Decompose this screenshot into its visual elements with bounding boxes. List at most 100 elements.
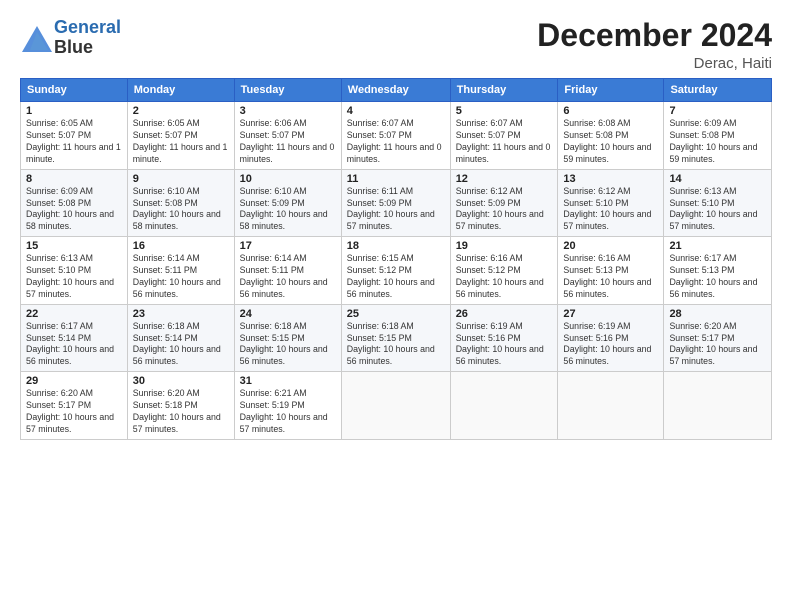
weekday-header-monday: Monday bbox=[127, 79, 234, 102]
weekday-header-thursday: Thursday bbox=[450, 79, 558, 102]
day-number: 4 bbox=[347, 105, 445, 117]
calendar-cell: 16Sunrise: 6:14 AMSunset: 5:11 PMDayligh… bbox=[127, 237, 234, 305]
day-info: Sunrise: 6:05 AMSunset: 5:07 PMDaylight:… bbox=[26, 118, 122, 166]
calendar-cell: 10Sunrise: 6:10 AMSunset: 5:09 PMDayligh… bbox=[234, 169, 341, 237]
calendar-cell: 3Sunrise: 6:06 AMSunset: 5:07 PMDaylight… bbox=[234, 102, 341, 170]
day-number: 1 bbox=[26, 105, 122, 117]
calendar-cell: 8Sunrise: 6:09 AMSunset: 5:08 PMDaylight… bbox=[21, 169, 128, 237]
day-number: 15 bbox=[26, 240, 122, 252]
calendar-cell: 19Sunrise: 6:16 AMSunset: 5:12 PMDayligh… bbox=[450, 237, 558, 305]
day-number: 21 bbox=[669, 240, 766, 252]
logo: General Blue bbox=[20, 18, 121, 58]
day-number: 31 bbox=[240, 375, 336, 387]
calendar-cell: 23Sunrise: 6:18 AMSunset: 5:14 PMDayligh… bbox=[127, 304, 234, 372]
day-number: 29 bbox=[26, 375, 122, 387]
day-info: Sunrise: 6:21 AMSunset: 5:19 PMDaylight:… bbox=[240, 388, 336, 436]
day-info: Sunrise: 6:19 AMSunset: 5:16 PMDaylight:… bbox=[563, 321, 658, 369]
day-number: 23 bbox=[133, 308, 229, 320]
title-block: December 2024 Derac, Haiti bbox=[537, 18, 772, 72]
day-info: Sunrise: 6:09 AMSunset: 5:08 PMDaylight:… bbox=[669, 118, 766, 166]
calendar-cell: 5Sunrise: 6:07 AMSunset: 5:07 PMDaylight… bbox=[450, 102, 558, 170]
day-info: Sunrise: 6:07 AMSunset: 5:07 PMDaylight:… bbox=[347, 118, 445, 166]
day-info: Sunrise: 6:14 AMSunset: 5:11 PMDaylight:… bbox=[240, 253, 336, 301]
day-number: 7 bbox=[669, 105, 766, 117]
calendar-cell: 27Sunrise: 6:19 AMSunset: 5:16 PMDayligh… bbox=[558, 304, 664, 372]
calendar-cell: 20Sunrise: 6:16 AMSunset: 5:13 PMDayligh… bbox=[558, 237, 664, 305]
day-info: Sunrise: 6:06 AMSunset: 5:07 PMDaylight:… bbox=[240, 118, 336, 166]
calendar-cell bbox=[664, 372, 772, 440]
calendar-cell: 24Sunrise: 6:18 AMSunset: 5:15 PMDayligh… bbox=[234, 304, 341, 372]
calendar-cell: 14Sunrise: 6:13 AMSunset: 5:10 PMDayligh… bbox=[664, 169, 772, 237]
day-number: 9 bbox=[133, 173, 229, 185]
day-info: Sunrise: 6:20 AMSunset: 5:18 PMDaylight:… bbox=[133, 388, 229, 436]
header: General Blue December 2024 Derac, Haiti bbox=[20, 18, 772, 72]
day-number: 19 bbox=[456, 240, 553, 252]
day-number: 18 bbox=[347, 240, 445, 252]
calendar-cell: 18Sunrise: 6:15 AMSunset: 5:12 PMDayligh… bbox=[341, 237, 450, 305]
day-number: 20 bbox=[563, 240, 658, 252]
calendar-cell: 13Sunrise: 6:12 AMSunset: 5:10 PMDayligh… bbox=[558, 169, 664, 237]
calendar-cell bbox=[450, 372, 558, 440]
day-info: Sunrise: 6:11 AMSunset: 5:09 PMDaylight:… bbox=[347, 186, 445, 234]
calendar-cell: 21Sunrise: 6:17 AMSunset: 5:13 PMDayligh… bbox=[664, 237, 772, 305]
day-number: 16 bbox=[133, 240, 229, 252]
logo-line2: Blue bbox=[54, 38, 121, 58]
day-info: Sunrise: 6:10 AMSunset: 5:09 PMDaylight:… bbox=[240, 186, 336, 234]
day-info: Sunrise: 6:07 AMSunset: 5:07 PMDaylight:… bbox=[456, 118, 553, 166]
day-number: 14 bbox=[669, 173, 766, 185]
calendar-cell: 7Sunrise: 6:09 AMSunset: 5:08 PMDaylight… bbox=[664, 102, 772, 170]
weekday-header-wednesday: Wednesday bbox=[341, 79, 450, 102]
weekday-header-tuesday: Tuesday bbox=[234, 79, 341, 102]
calendar-cell: 9Sunrise: 6:10 AMSunset: 5:08 PMDaylight… bbox=[127, 169, 234, 237]
day-info: Sunrise: 6:13 AMSunset: 5:10 PMDaylight:… bbox=[669, 186, 766, 234]
day-info: Sunrise: 6:18 AMSunset: 5:14 PMDaylight:… bbox=[133, 321, 229, 369]
calendar-cell: 31Sunrise: 6:21 AMSunset: 5:19 PMDayligh… bbox=[234, 372, 341, 440]
day-number: 27 bbox=[563, 308, 658, 320]
day-info: Sunrise: 6:20 AMSunset: 5:17 PMDaylight:… bbox=[669, 321, 766, 369]
calendar-cell: 12Sunrise: 6:12 AMSunset: 5:09 PMDayligh… bbox=[450, 169, 558, 237]
calendar-cell: 11Sunrise: 6:11 AMSunset: 5:09 PMDayligh… bbox=[341, 169, 450, 237]
calendar-cell bbox=[558, 372, 664, 440]
day-info: Sunrise: 6:05 AMSunset: 5:07 PMDaylight:… bbox=[133, 118, 229, 166]
calendar-cell: 17Sunrise: 6:14 AMSunset: 5:11 PMDayligh… bbox=[234, 237, 341, 305]
day-info: Sunrise: 6:17 AMSunset: 5:14 PMDaylight:… bbox=[26, 321, 122, 369]
calendar: SundayMondayTuesdayWednesdayThursdayFrid… bbox=[20, 78, 772, 440]
calendar-cell: 15Sunrise: 6:13 AMSunset: 5:10 PMDayligh… bbox=[21, 237, 128, 305]
calendar-cell: 25Sunrise: 6:18 AMSunset: 5:15 PMDayligh… bbox=[341, 304, 450, 372]
day-info: Sunrise: 6:10 AMSunset: 5:08 PMDaylight:… bbox=[133, 186, 229, 234]
day-info: Sunrise: 6:14 AMSunset: 5:11 PMDaylight:… bbox=[133, 253, 229, 301]
day-info: Sunrise: 6:12 AMSunset: 5:09 PMDaylight:… bbox=[456, 186, 553, 234]
calendar-cell bbox=[341, 372, 450, 440]
logo-icon bbox=[20, 24, 50, 52]
day-number: 17 bbox=[240, 240, 336, 252]
day-info: Sunrise: 6:16 AMSunset: 5:12 PMDaylight:… bbox=[456, 253, 553, 301]
day-number: 22 bbox=[26, 308, 122, 320]
day-number: 2 bbox=[133, 105, 229, 117]
day-number: 25 bbox=[347, 308, 445, 320]
day-info: Sunrise: 6:19 AMSunset: 5:16 PMDaylight:… bbox=[456, 321, 553, 369]
day-number: 26 bbox=[456, 308, 553, 320]
day-number: 3 bbox=[240, 105, 336, 117]
logo-text: General Blue bbox=[54, 18, 121, 58]
page: General Blue December 2024 Derac, Haiti … bbox=[0, 0, 792, 612]
day-info: Sunrise: 6:20 AMSunset: 5:17 PMDaylight:… bbox=[26, 388, 122, 436]
calendar-cell: 26Sunrise: 6:19 AMSunset: 5:16 PMDayligh… bbox=[450, 304, 558, 372]
calendar-cell: 6Sunrise: 6:08 AMSunset: 5:08 PMDaylight… bbox=[558, 102, 664, 170]
day-info: Sunrise: 6:17 AMSunset: 5:13 PMDaylight:… bbox=[669, 253, 766, 301]
calendar-cell: 4Sunrise: 6:07 AMSunset: 5:07 PMDaylight… bbox=[341, 102, 450, 170]
day-info: Sunrise: 6:15 AMSunset: 5:12 PMDaylight:… bbox=[347, 253, 445, 301]
day-number: 5 bbox=[456, 105, 553, 117]
day-number: 8 bbox=[26, 173, 122, 185]
weekday-header-friday: Friday bbox=[558, 79, 664, 102]
calendar-cell: 28Sunrise: 6:20 AMSunset: 5:17 PMDayligh… bbox=[664, 304, 772, 372]
day-info: Sunrise: 6:13 AMSunset: 5:10 PMDaylight:… bbox=[26, 253, 122, 301]
day-info: Sunrise: 6:08 AMSunset: 5:08 PMDaylight:… bbox=[563, 118, 658, 166]
day-number: 30 bbox=[133, 375, 229, 387]
day-info: Sunrise: 6:18 AMSunset: 5:15 PMDaylight:… bbox=[347, 321, 445, 369]
day-number: 13 bbox=[563, 173, 658, 185]
weekday-header-saturday: Saturday bbox=[664, 79, 772, 102]
day-info: Sunrise: 6:18 AMSunset: 5:15 PMDaylight:… bbox=[240, 321, 336, 369]
calendar-cell: 29Sunrise: 6:20 AMSunset: 5:17 PMDayligh… bbox=[21, 372, 128, 440]
calendar-cell: 2Sunrise: 6:05 AMSunset: 5:07 PMDaylight… bbox=[127, 102, 234, 170]
page-subtitle: Derac, Haiti bbox=[537, 55, 772, 72]
